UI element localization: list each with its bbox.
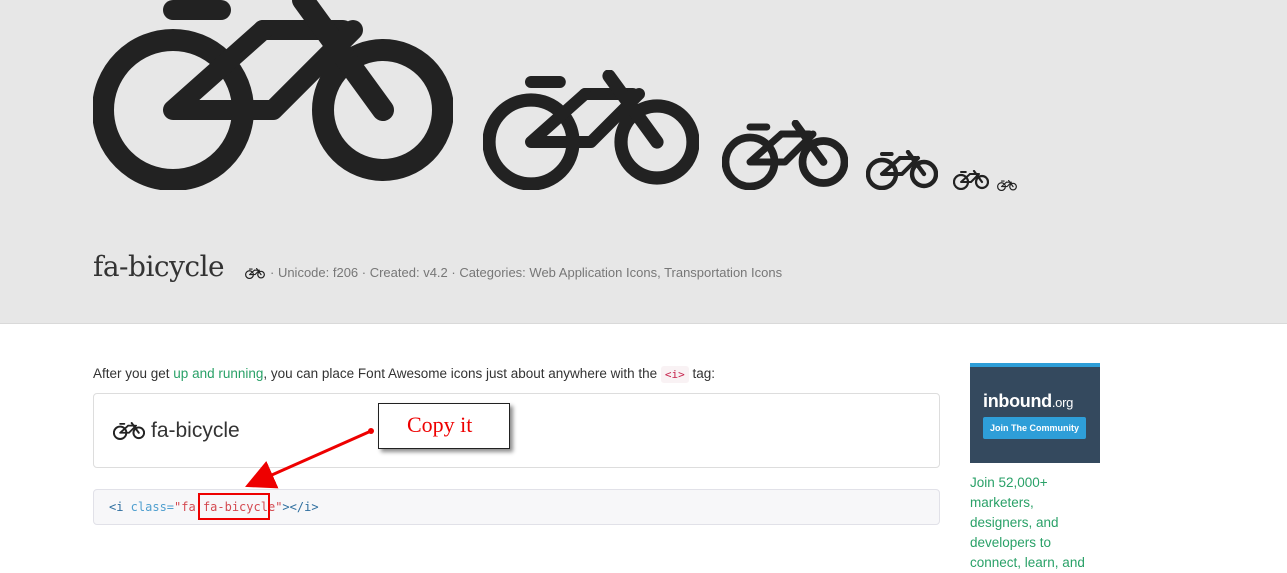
demo-label: fa-bicycle xyxy=(151,419,240,442)
bicycle-icon xyxy=(245,268,265,279)
code-close-tag: ></i> xyxy=(282,500,319,514)
icon-demo-box: fa-bicycle xyxy=(93,393,940,468)
bicycle-icon-lg xyxy=(953,170,989,190)
inline-code-i-tag: <i> xyxy=(660,366,689,383)
copy-it-callout: Copy it xyxy=(378,403,510,449)
callout-text: Copy it xyxy=(407,412,473,437)
main-content: After you get up and running, you can pl… xyxy=(93,366,940,383)
ad-text-link[interactable]: Join 52,000+ marketers, designers, and d… xyxy=(970,473,1090,573)
icon-header: fa-bicycle · Unicode: f206 · Created: v4… xyxy=(0,0,1287,324)
intro-before: After you get xyxy=(93,366,174,381)
up-and-running-link[interactable]: up and running xyxy=(173,366,263,381)
inbound-logo-suffix: .org xyxy=(1051,395,1074,410)
join-community-button[interactable]: Join The Community xyxy=(983,417,1086,439)
intro-text: After you get up and running, you can pl… xyxy=(93,366,940,383)
code-attr: class= xyxy=(123,500,175,514)
icon-meta: · Unicode: f206 · Created: v4.2 · Catego… xyxy=(245,265,782,280)
intro-end: tag: xyxy=(688,366,716,381)
bicycle-icon-3x xyxy=(722,120,848,190)
bicycle-icon xyxy=(113,422,145,440)
code-open-tag: <i xyxy=(109,500,124,514)
intro-after: , you can place Font Awesome icons just … xyxy=(263,366,661,381)
inbound-ad[interactable]: inbound.org Join The Community xyxy=(970,363,1100,463)
class-highlight-box xyxy=(198,493,270,520)
icon-demo: fa-bicycle xyxy=(113,419,240,443)
bicycle-icon-4x xyxy=(483,70,699,190)
icon-meta-text: · Unicode: f206 · Created: v4.2 · Catego… xyxy=(270,265,783,280)
bicycle-icon-2x xyxy=(866,150,938,190)
page-title: fa-bicycle xyxy=(93,250,225,283)
bicycle-icon-5x xyxy=(93,0,453,190)
inbound-logo: inbound.org xyxy=(983,391,1073,412)
bicycle-icon-sm xyxy=(997,180,1017,191)
inbound-logo-name: inbound xyxy=(983,391,1052,411)
